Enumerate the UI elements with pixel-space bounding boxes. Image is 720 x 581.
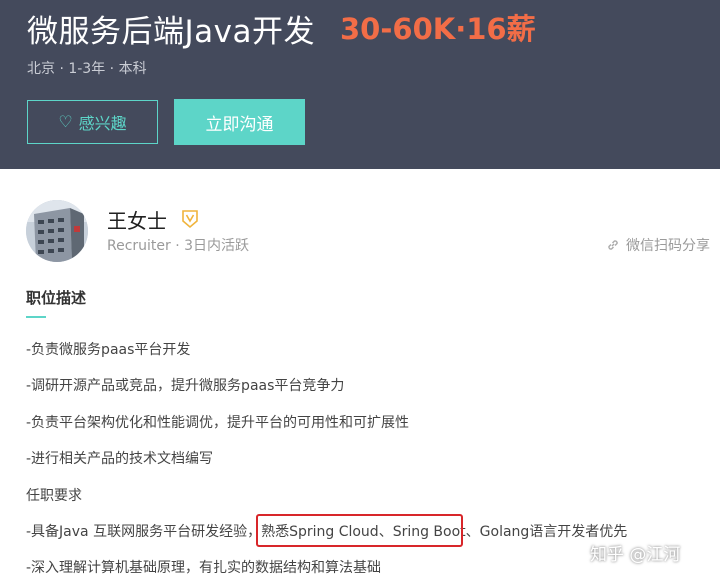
link-icon [608,240,618,250]
chat-now-button[interactable]: 立即沟通 [174,99,305,145]
description-line: -调研开源产品或竞品，提升微服务paas平台竞争力 [26,378,345,394]
highlight-box [256,514,463,547]
section-title: 职位描述 [26,289,87,307]
wechat-share-label: 微信扫码分享 [626,238,710,254]
wechat-share-link[interactable]: 微信扫码分享 [606,235,710,255]
salary: 30-60K·16薪 [340,12,536,46]
job-meta: 北京 · 1-3年 · 本科 [27,61,147,77]
job-title: 微服务后端Java开发 [27,14,315,50]
interest-button-label: 感兴趣 [78,114,127,133]
heart-icon: ♡ [58,112,73,131]
job-header: 微服务后端Java开发 30-60K·16薪 北京 · 1-3年 · 本科 ♡ … [0,0,720,169]
description-line: -深入理解计算机基础原理，有扎实的数据结构和算法基础 [26,560,382,576]
avatar-image [26,200,88,262]
section-underline [26,316,46,318]
verified-badge-icon [182,210,198,229]
description-line: -负责微服务paas平台开发 [26,342,191,358]
avatar [26,200,88,262]
chat-now-button-label: 立即沟通 [205,114,274,135]
description-line: -负责平台架构优化和性能调优，提升平台的可用性和可扩展性 [26,415,410,431]
watermark: 知乎 @江河 [590,545,681,565]
description-line: -进行相关产品的技术文档编写 [26,451,214,467]
requirements-heading: 任职要求 [26,488,82,504]
interest-button[interactable]: ♡ 感兴趣 [27,100,158,144]
recruiter-name: 王女士 [107,209,167,233]
recruiter-status: Recruiter · 3日内活跃 [107,238,250,254]
